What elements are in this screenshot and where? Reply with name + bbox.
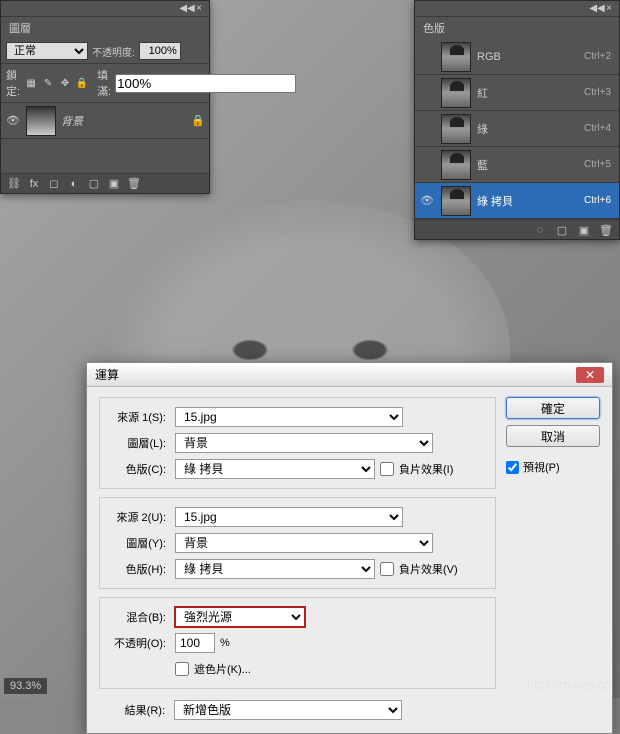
fx-icon[interactable]: fx (27, 177, 41, 191)
channel-item[interactable]: 綠Ctrl+4 (415, 111, 619, 147)
source2-channel-select[interactable]: 綠 拷貝 (175, 559, 375, 579)
fill-input[interactable] (115, 74, 296, 93)
new-channel-icon[interactable]: ▣ (577, 223, 591, 237)
source2-invert-checkbox[interactable] (380, 562, 394, 576)
channel-name: 綠 (477, 121, 584, 137)
channel-item[interactable]: 👁 綠 拷貝Ctrl+6 (415, 183, 619, 219)
source1-channel-select[interactable]: 綠 拷貝 (175, 459, 375, 479)
channel-thumbnail[interactable] (441, 114, 471, 144)
opacity-suffix: % (220, 637, 230, 649)
layers-footer: ⛓ fx ◻ ◐ ▢ ▣ 🗑 (1, 173, 209, 193)
channel-thumbnail[interactable] (441, 42, 471, 72)
source2-invert-label: 負片效果(V) (399, 561, 458, 577)
ok-button[interactable]: 確定 (506, 397, 600, 419)
channel-shortcut: Ctrl+3 (584, 87, 615, 98)
collapse-icon[interactable]: ◀◀ (181, 3, 193, 15)
channel-shortcut: Ctrl+4 (584, 123, 615, 134)
result-select[interactable]: 新增色版 (174, 700, 402, 720)
channel-item[interactable]: 紅Ctrl+3 (415, 75, 619, 111)
preview-label: 預視(P) (523, 459, 560, 475)
channel-shortcut: Ctrl+2 (584, 51, 615, 62)
source2-label: 來源 2(U): (108, 509, 170, 525)
preview-checkbox[interactable] (506, 461, 519, 474)
dialog-titlebar[interactable]: 運算 ✕ (87, 363, 612, 387)
panel-titlebar[interactable]: ◀◀ × (415, 1, 619, 17)
layer-name: 背景 (61, 113, 191, 129)
mask-checkbox[interactable] (175, 662, 189, 676)
cancel-button[interactable]: 取消 (506, 425, 600, 447)
close-icon[interactable]: × (603, 3, 615, 15)
channel-shortcut: Ctrl+6 (584, 195, 615, 206)
layer-item[interactable]: 👁 背景 🔒 (1, 103, 209, 139)
lock-position-icon[interactable]: ✥ (58, 76, 72, 90)
folder-icon[interactable]: ▢ (87, 177, 101, 191)
collapse-icon[interactable]: ◀◀ (591, 3, 603, 15)
lock-transparency-icon[interactable]: ▦ (24, 76, 38, 90)
source2-layer-select[interactable]: 背景 (175, 533, 433, 553)
source1-channel-label: 色版(C): (108, 461, 170, 477)
fill-label: 填滿: (97, 67, 111, 99)
zoom-level[interactable]: 93.3% (4, 678, 47, 694)
channel-name: 紅 (477, 85, 584, 101)
layer-list: 👁 背景 🔒 (1, 103, 209, 173)
link-icon[interactable]: ⛓ (7, 177, 21, 191)
dialog-opacity-label: 不透明(O): (108, 635, 170, 651)
panel-titlebar[interactable]: ◀◀ × (1, 1, 209, 17)
mask-icon[interactable]: ◻ (47, 177, 61, 191)
channel-thumbnail[interactable] (441, 150, 471, 180)
opacity-label: 不透明度: (92, 44, 135, 59)
lock-label: 鎖定: (6, 67, 20, 99)
close-icon[interactable]: × (193, 3, 205, 15)
blend-mode-select[interactable]: 強烈光源 (175, 607, 305, 627)
channels-footer: ◌ ▢ ▣ 🗑 (415, 219, 619, 239)
source2-select[interactable]: 15.jpg (175, 507, 403, 527)
new-layer-icon[interactable]: ▣ (107, 177, 121, 191)
lock-pixels-icon[interactable]: ✎ (41, 76, 55, 90)
trash-icon[interactable]: 🗑 (599, 223, 613, 237)
source1-invert-label: 負片效果(I) (399, 461, 453, 477)
channel-thumbnail[interactable] (441, 78, 471, 108)
opacity-input[interactable] (139, 42, 181, 60)
channel-list: RGBCtrl+2紅Ctrl+3綠Ctrl+4藍Ctrl+5👁綠 拷貝Ctrl+… (415, 39, 619, 219)
save-selection-icon[interactable]: ▢ (555, 223, 569, 237)
layer-thumbnail[interactable] (26, 106, 56, 136)
url-watermark: http://mavis.cc (527, 677, 610, 692)
mask-label: 遮色片(K)... (194, 661, 251, 677)
close-button[interactable]: ✕ (576, 367, 604, 383)
source2-layer-label: 圖層(Y): (108, 535, 170, 551)
channel-thumbnail[interactable] (441, 186, 471, 216)
dialog-opacity-input[interactable] (175, 633, 215, 653)
source1-label: 來源 1(S): (108, 409, 170, 425)
result-label: 結果(R): (107, 702, 169, 718)
channel-name: RGB (477, 51, 584, 63)
blend-mode-select[interactable]: 正常 (6, 42, 88, 60)
source1-layer-select[interactable]: 背景 (175, 433, 433, 453)
channel-item[interactable]: 藍Ctrl+5 (415, 147, 619, 183)
lock-all-icon[interactable]: 🔒 (75, 76, 89, 90)
channel-name: 綠 拷貝 (477, 193, 584, 209)
visibility-icon[interactable]: 👁 (5, 114, 21, 127)
trash-icon[interactable]: 🗑 (127, 177, 141, 191)
source1-select[interactable]: 15.jpg (175, 407, 403, 427)
blend-label: 混合(B): (108, 609, 170, 625)
visibility-icon[interactable]: 👁 (419, 194, 435, 207)
source1-layer-label: 圖層(L): (108, 435, 170, 451)
source1-invert-checkbox[interactable] (380, 462, 394, 476)
source2-channel-label: 色版(H): (108, 561, 170, 577)
dialog-title: 運算 (95, 366, 119, 383)
source2-group: 來源 2(U): 15.jpg 圖層(Y): 背景 色版(H): 綠 拷貝 負片… (99, 497, 496, 589)
layers-panel: ◀◀ × 圖層 正常 不透明度: 鎖定: ▦ ✎ ✥ 🔒 填滿: 👁 背景 (0, 0, 210, 194)
lock-icon: 🔒 (191, 114, 205, 127)
source1-group: 來源 1(S): 15.jpg 圖層(L): 背景 色版(C): 綠 拷貝 負片… (99, 397, 496, 489)
channel-shortcut: Ctrl+5 (584, 159, 615, 170)
load-selection-icon[interactable]: ◌ (533, 223, 547, 237)
blend-group: 混合(B): 強烈光源 不透明(O): % 遮色片(K)... (99, 597, 496, 689)
channel-item[interactable]: RGBCtrl+2 (415, 39, 619, 75)
layers-tab[interactable]: 圖層 (1, 17, 39, 39)
adjustment-icon[interactable]: ◐ (67, 177, 81, 191)
channel-name: 藍 (477, 157, 584, 173)
channels-panel: ◀◀ × 色版 RGBCtrl+2紅Ctrl+3綠Ctrl+4藍Ctrl+5👁綠… (414, 0, 620, 240)
channels-tab[interactable]: 色版 (415, 17, 453, 39)
